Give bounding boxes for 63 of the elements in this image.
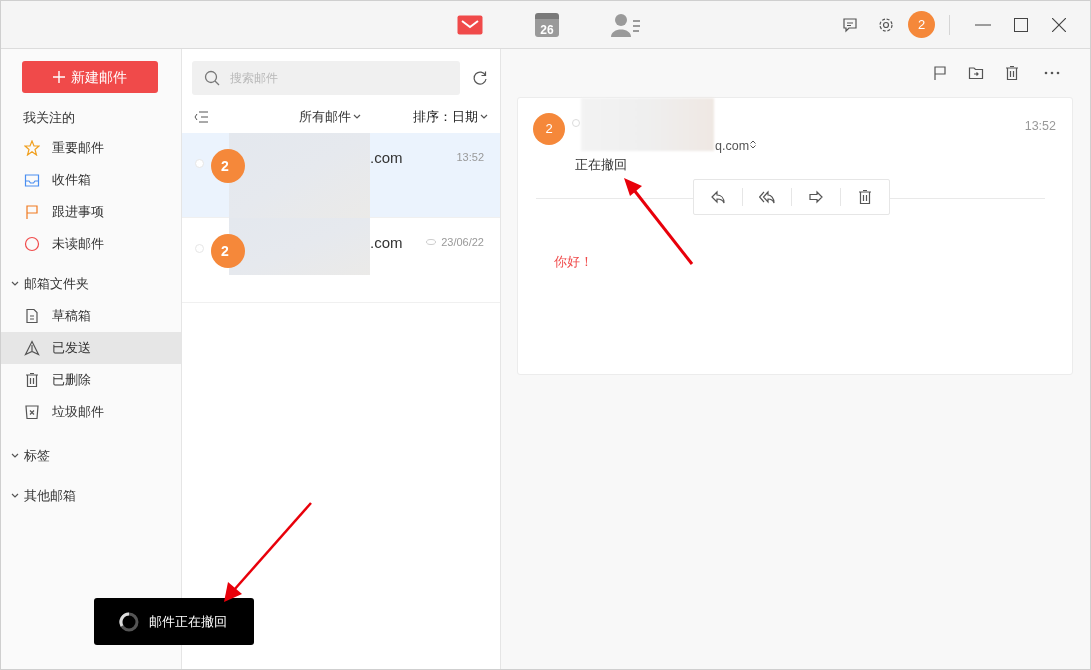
avatar: 2	[211, 234, 245, 268]
paper-plane-icon	[24, 340, 40, 356]
flag-icon	[932, 65, 948, 81]
sidebar-item[interactable]: 已发送	[1, 332, 181, 364]
contacts-icon[interactable]	[611, 13, 641, 37]
avatar: 2	[211, 149, 245, 183]
settings-icon	[878, 16, 894, 33]
mail-icon[interactable]	[457, 15, 483, 35]
move-folder-icon	[968, 65, 984, 81]
refresh-icon[interactable]	[472, 70, 488, 86]
sender-address: .com	[370, 149, 403, 167]
sidebar-item[interactable]: 未读邮件	[1, 228, 181, 260]
chevron-icon	[480, 114, 488, 120]
sidebar-item[interactable]: 重要邮件	[1, 132, 181, 164]
trash-icon	[24, 372, 40, 388]
mail-row[interactable]: 2 .com 13:52	[182, 133, 500, 218]
mail-body: 你好！	[554, 253, 593, 271]
avatar: 2	[533, 113, 565, 145]
plus-icon	[53, 71, 65, 83]
minimize-icon	[975, 23, 991, 26]
filter-dropdown[interactable]: 所有邮件	[299, 107, 361, 127]
circle-icon	[24, 236, 40, 252]
forward-icon	[808, 189, 824, 205]
sidebar-item[interactable]: 跟进事项	[1, 196, 181, 228]
star-icon	[24, 140, 40, 156]
chevron-icon	[353, 114, 361, 120]
reply-icon	[710, 189, 726, 205]
recall-status: 正在撤回	[575, 157, 627, 174]
mail-time: 13:52	[1024, 118, 1056, 135]
spinner-icon	[119, 611, 139, 632]
chevron-icon	[11, 281, 19, 287]
document-icon	[24, 308, 40, 324]
mail-time: 23/06/22	[441, 235, 484, 250]
folder-group-toggle[interactable]: 标签	[1, 436, 181, 476]
sort-dropdown[interactable]: 排序：日期	[413, 107, 488, 127]
compose-button[interactable]: 新建邮件	[22, 61, 158, 93]
chevron-icon	[11, 453, 19, 459]
mail-row[interactable]: 2 .com 23/06/22	[182, 218, 500, 303]
mail-time: 13:52	[456, 150, 484, 165]
more-icon	[1044, 71, 1060, 75]
sidebar-item[interactable]: 草稿箱	[1, 300, 181, 332]
sidebar-item[interactable]: 垃圾邮件	[1, 396, 181, 428]
expand-icon[interactable]	[750, 140, 756, 149]
bin-icon	[24, 404, 40, 420]
inbox-icon	[24, 172, 40, 188]
folder-group-toggle[interactable]: 其他邮箱	[1, 476, 181, 516]
chevron-icon	[11, 493, 19, 499]
collapse-icon[interactable]	[194, 111, 208, 123]
reply-all-icon	[759, 189, 775, 205]
sidebar-item[interactable]: 收件箱	[1, 164, 181, 196]
sidebar-item[interactable]: 已删除	[1, 364, 181, 396]
close-icon	[1052, 17, 1066, 32]
trash-icon	[857, 189, 873, 205]
chat-icon	[842, 16, 858, 33]
maximize-icon	[1014, 17, 1028, 32]
folder-group-toggle[interactable]: 邮箱文件夹	[1, 268, 181, 300]
flag-icon	[24, 204, 40, 220]
toast-message: 邮件正在撤回	[149, 612, 227, 631]
sender-address: q.com	[715, 138, 750, 155]
sender-address: .com	[370, 234, 403, 252]
trash-icon	[1004, 65, 1020, 81]
search-icon	[204, 70, 220, 86]
section-title: 我关注的	[23, 110, 76, 127]
